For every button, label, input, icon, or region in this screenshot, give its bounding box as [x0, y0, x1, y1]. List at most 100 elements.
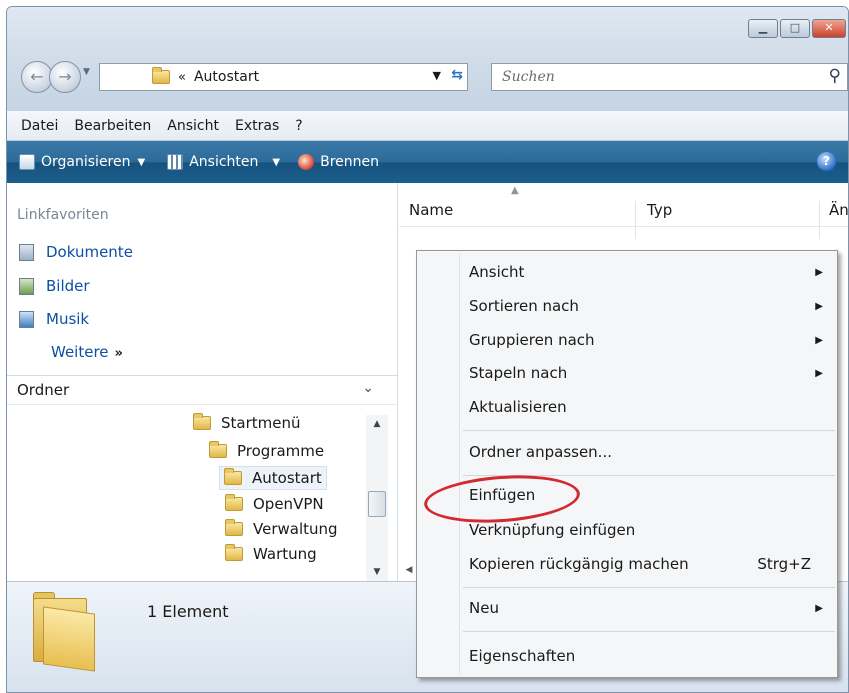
address-bar[interactable]: « Autostart ▼ ⇆: [99, 63, 468, 91]
favorite-pictures[interactable]: Bilder: [19, 277, 90, 295]
views-button[interactable]: Ansichten ▼: [167, 154, 280, 170]
tree-item-openvpn[interactable]: OpenVPN: [221, 492, 328, 516]
tree-label: OpenVPN: [253, 495, 324, 513]
menu-item-label: Gruppieren nach: [469, 331, 595, 349]
search-placeholder: Suchen: [502, 69, 555, 85]
sort-ascending-icon: ▲: [511, 185, 519, 196]
menu-view[interactable]: Ansicht: [167, 118, 219, 134]
column-type[interactable]: Typ: [647, 201, 672, 219]
minimize-button[interactable]: ▁: [748, 19, 778, 38]
search-input[interactable]: Suchen ⚲: [491, 63, 848, 91]
favorite-label: Dokumente: [46, 243, 133, 261]
refresh-icon[interactable]: ⇆: [451, 67, 463, 83]
folders-title: Ordner: [17, 381, 70, 399]
menu-item-shortcut: Strg+Z: [757, 555, 811, 573]
context-menu: Ansicht ▶ Sortieren nach ▶ Gruppieren na…: [416, 250, 838, 678]
breadcrumb-current[interactable]: Autostart: [194, 69, 259, 85]
folder-tree: Startmenü Programme Autostart OpenVPN Ve…: [7, 405, 398, 581]
tree-item-autostart[interactable]: Autostart: [219, 466, 327, 490]
breadcrumb-overflow[interactable]: «: [178, 70, 186, 85]
menu-item-stack-by[interactable]: Stapeln nach ▶: [417, 358, 837, 388]
organize-icon: [19, 154, 35, 170]
menu-separator: [463, 587, 835, 588]
submenu-arrow-icon: ▶: [815, 367, 823, 379]
favorite-label: Bilder: [46, 277, 90, 295]
item-count: 1 Element: [147, 602, 229, 621]
favorite-music[interactable]: Musik: [19, 310, 89, 328]
views-label: Ansichten: [189, 154, 259, 170]
menu-item-label: Neu: [469, 599, 499, 617]
tree-item-programs[interactable]: Programme: [205, 439, 328, 463]
folder-icon: [193, 413, 211, 430]
chevron-down-icon: ▼: [272, 156, 281, 168]
menu-extras[interactable]: Extras: [235, 118, 279, 134]
maximize-button[interactable]: □: [780, 19, 810, 38]
burn-label: Brennen: [320, 154, 379, 170]
menu-item-sort-by[interactable]: Sortieren nach ▶: [417, 291, 837, 321]
folder-icon: [33, 592, 95, 672]
tree-scrollbar[interactable]: ▲ ▼: [366, 415, 388, 581]
column-divider[interactable]: [635, 201, 636, 239]
caption-buttons: ▁ □ ✕: [748, 19, 846, 38]
menu-item-label: Ordner anpassen...: [469, 443, 612, 461]
folder-icon: [225, 494, 243, 511]
more-links[interactable]: Weitere »: [51, 343, 123, 361]
tree-item-startmenu[interactable]: Startmenü: [189, 411, 305, 435]
chevron-down-icon[interactable]: ⌄: [362, 380, 374, 396]
documents-icon: [19, 243, 34, 261]
recent-pages-dropdown[interactable]: ▼: [83, 67, 90, 77]
forward-arrow-icon[interactable]: →: [49, 61, 81, 93]
submenu-arrow-icon: ▶: [815, 602, 823, 614]
column-name[interactable]: Name: [409, 201, 453, 219]
menu-item-view[interactable]: Ansicht ▶: [417, 257, 837, 287]
menu-item-label: Ansicht: [469, 263, 525, 281]
music-icon: [19, 310, 34, 328]
tree-item-administration[interactable]: Verwaltung: [221, 517, 342, 541]
window-chrome: ▁ □ ✕ ← → ▼ « Autostart ▼ ⇆ Suchen ⚲: [7, 7, 848, 111]
scroll-up-icon[interactable]: ▲: [366, 419, 388, 429]
tree-label: Wartung: [253, 545, 317, 563]
scroll-thumb[interactable]: [368, 491, 386, 517]
menu-edit[interactable]: Bearbeiten: [74, 118, 151, 134]
tree-label: Autostart: [252, 469, 322, 487]
menu-file[interactable]: Datei: [21, 118, 58, 134]
organize-button[interactable]: Organisieren ▼: [19, 154, 145, 170]
menu-item-new[interactable]: Neu ▶: [417, 593, 837, 623]
menu-item-label: Stapeln nach: [469, 364, 568, 382]
folder-icon: [225, 519, 243, 536]
folder-icon: [224, 468, 242, 485]
close-button[interactable]: ✕: [812, 19, 846, 38]
menu-item-label: Verknüpfung einfügen: [469, 521, 636, 539]
submenu-arrow-icon: ▶: [815, 300, 823, 312]
menu-bar: Datei Bearbeiten Ansicht Extras ?: [7, 111, 848, 141]
column-modified[interactable]: Än: [829, 201, 848, 219]
navigation-row: ← → ▼ « Autostart ▼ ⇆ Suchen ⚲: [21, 59, 848, 93]
submenu-arrow-icon: ▶: [815, 266, 823, 278]
scroll-down-icon[interactable]: ▼: [366, 567, 388, 577]
submenu-arrow-icon: ▶: [815, 334, 823, 346]
column-divider[interactable]: [819, 201, 820, 239]
favorite-documents[interactable]: Dokumente: [19, 243, 133, 261]
folder-icon: [152, 67, 170, 84]
menu-item-undo-copy[interactable]: Kopieren rückgängig machen Strg+Z: [417, 549, 837, 579]
column-headers: ▲ Name Typ Än: [399, 183, 848, 239]
menu-separator: [463, 631, 835, 632]
tree-label: Verwaltung: [253, 520, 338, 538]
menu-item-label: Aktualisieren: [469, 398, 567, 416]
magnifier-icon[interactable]: ⚲: [829, 66, 841, 86]
burn-button[interactable]: Brennen: [298, 154, 379, 170]
tree-item-maintenance[interactable]: Wartung: [221, 542, 321, 566]
menu-item-properties[interactable]: Eigenschaften: [417, 641, 837, 671]
burn-disc-icon: [298, 154, 315, 170]
menu-help[interactable]: ?: [295, 118, 302, 134]
address-dropdown-icon[interactable]: ▼: [433, 69, 441, 82]
menu-item-refresh[interactable]: Aktualisieren: [417, 392, 837, 422]
help-icon[interactable]: ?: [817, 152, 836, 171]
navigation-pane: Linkfavoriten Dokumente Bilder Musik Wei…: [7, 183, 398, 581]
menu-item-label: Sortieren nach: [469, 297, 579, 315]
menu-item-group-by[interactable]: Gruppieren nach ▶: [417, 325, 837, 355]
folders-header[interactable]: Ordner ⌄: [7, 375, 398, 405]
menu-item-customize-folder[interactable]: Ordner anpassen...: [417, 437, 837, 467]
chevron-down-icon: ▼: [137, 156, 146, 168]
menu-item-label: Eigenschaften: [469, 647, 576, 665]
